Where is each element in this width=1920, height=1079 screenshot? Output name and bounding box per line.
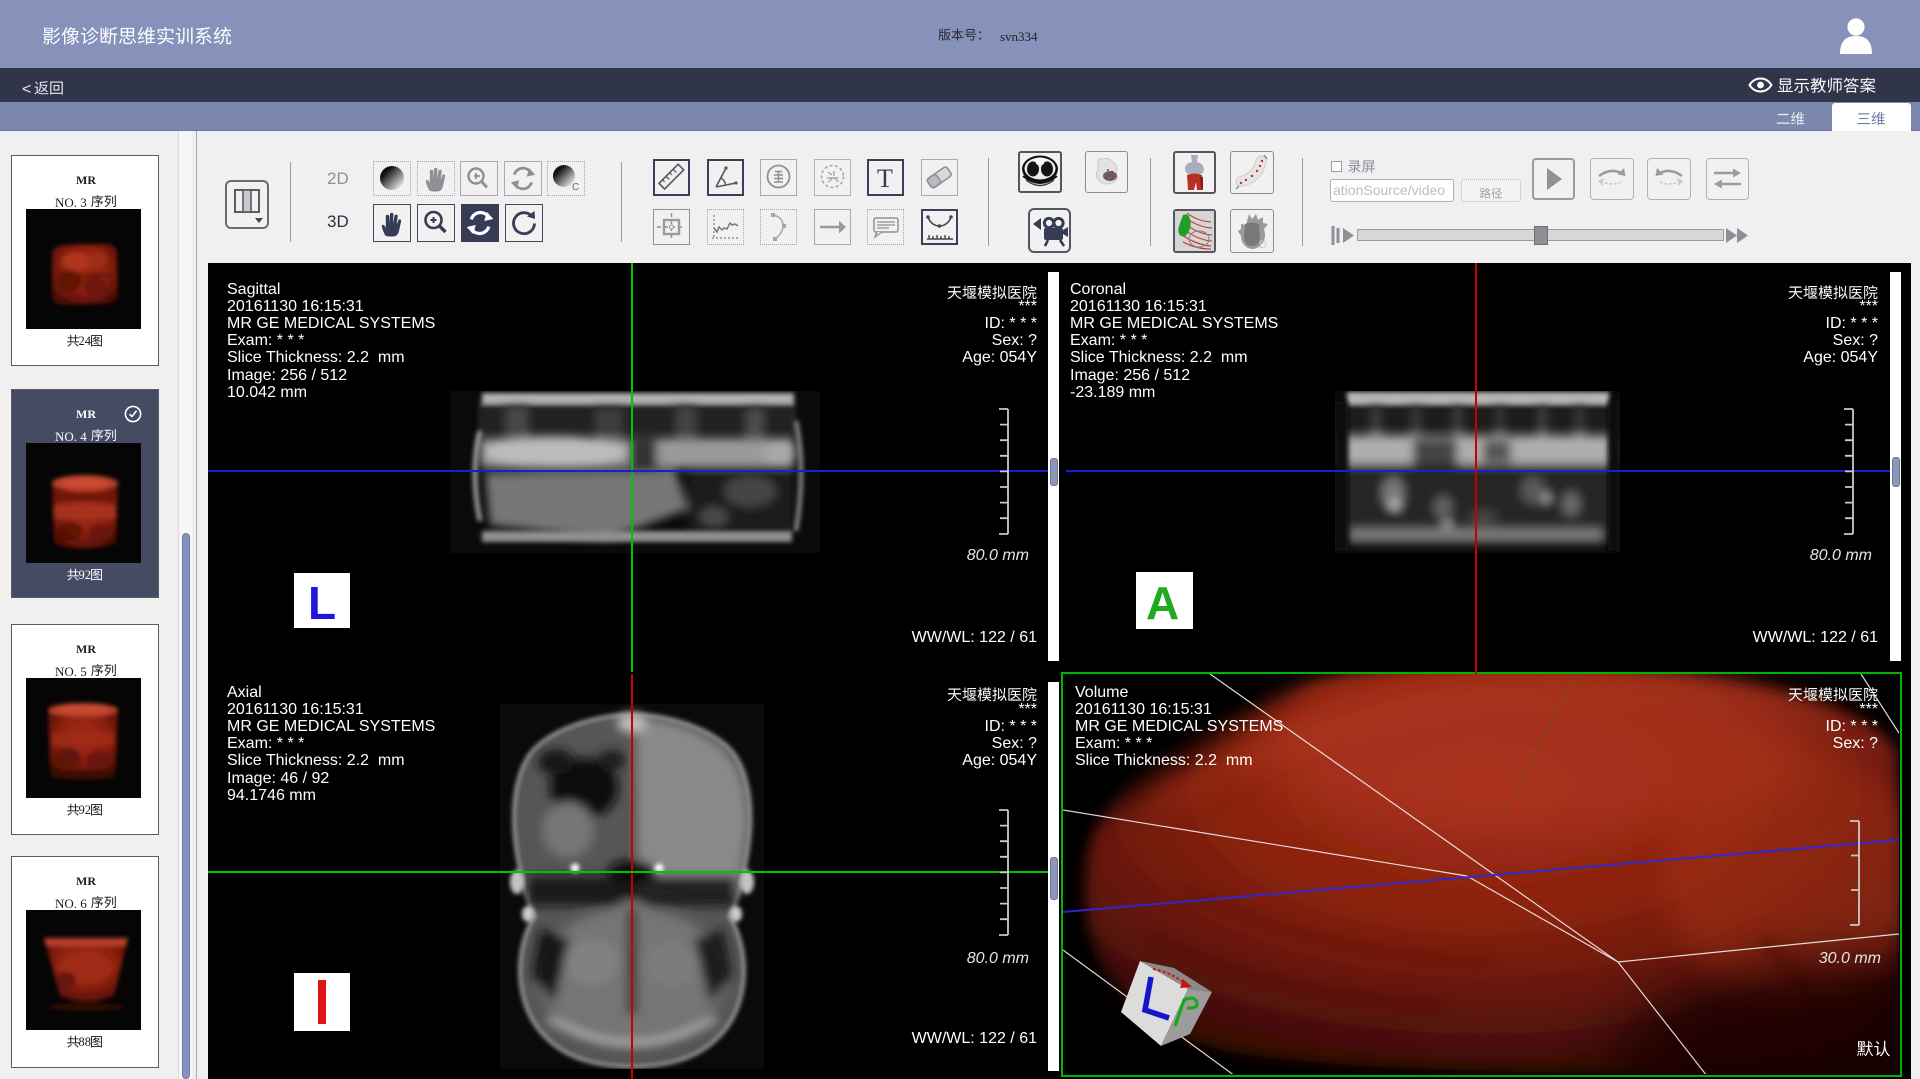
svg-text:C: C xyxy=(572,182,579,193)
svg-text:T: T xyxy=(877,164,893,193)
svg-text:D: D xyxy=(1259,239,1267,251)
